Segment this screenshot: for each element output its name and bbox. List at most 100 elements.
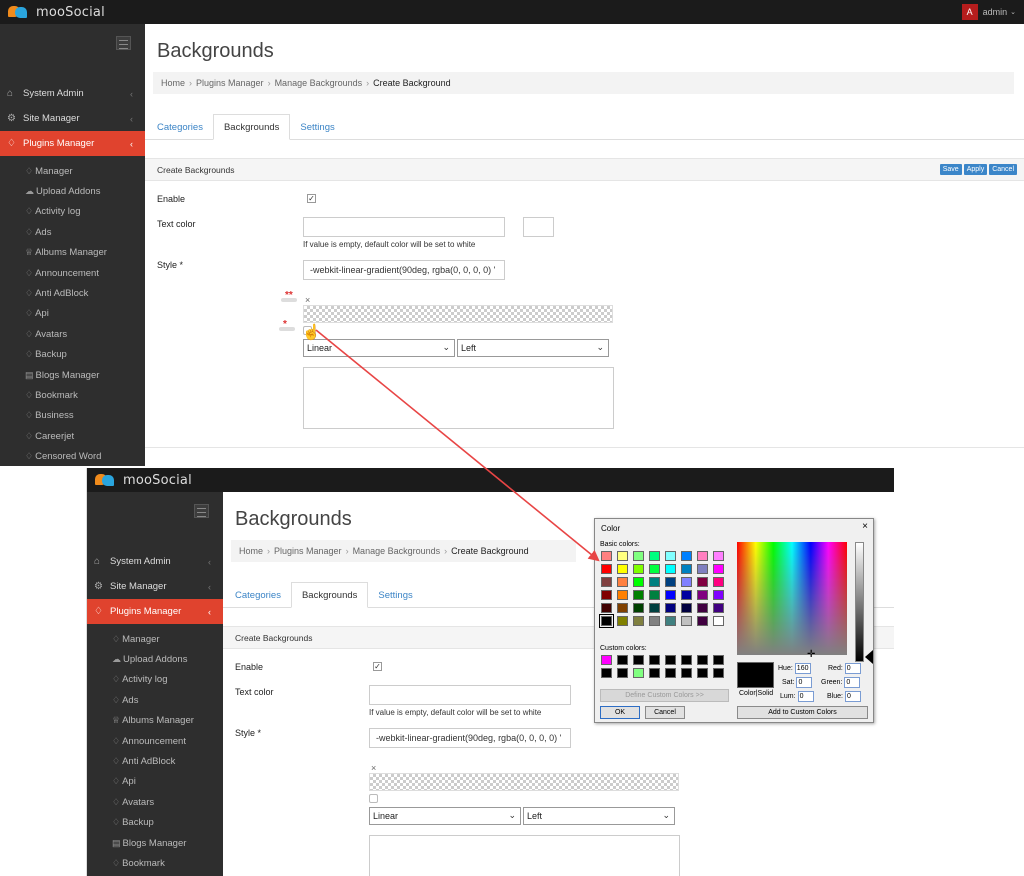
sidebar-item-announcement[interactable]: ♢ Announcement (87, 731, 223, 751)
color-swatch[interactable] (601, 590, 612, 600)
color-swatch[interactable] (713, 655, 724, 665)
color-swatch[interactable] (617, 590, 628, 600)
color-swatch[interactable] (601, 577, 612, 587)
color-swatch[interactable] (649, 655, 660, 665)
color-swatch[interactable] (665, 577, 676, 587)
color-swatch[interactable] (681, 668, 692, 678)
breadcrumb-plugins[interactable]: Plugins Manager (196, 78, 264, 88)
color-swatch[interactable] (617, 551, 628, 561)
color-swatch[interactable] (665, 655, 676, 665)
color-swatch[interactable] (617, 668, 628, 678)
color-swatch[interactable] (601, 655, 612, 665)
color-swatch[interactable] (617, 577, 628, 587)
breadcrumb-manage[interactable]: Manage Backgrounds (353, 546, 441, 556)
breadcrumb-home[interactable]: Home (161, 78, 185, 88)
enable-checkbox[interactable]: ✓ (307, 194, 316, 203)
sidebar-item-system-admin[interactable]: ⌂ System Admin ‹ (0, 81, 145, 106)
sidebar-item-censored-word[interactable]: ♢ Censored Word (0, 446, 145, 466)
color-swatch[interactable] (633, 577, 644, 587)
style-input[interactable]: -webkit-linear-gradient(90deg, rgba(0, 0… (369, 728, 571, 748)
color-swatch[interactable] (665, 668, 676, 678)
sidebar-item-announcement[interactable]: ♢ Announcement (0, 263, 145, 283)
tab-categories[interactable]: Categories (235, 582, 291, 608)
green-input[interactable]: 0 (844, 677, 861, 688)
logo[interactable]: mooSocial (8, 4, 105, 20)
sidebar-item-activity-log[interactable]: ♢ Activity log (87, 670, 223, 690)
color-swatch[interactable] (697, 616, 708, 626)
sidebar-item-upload-addons[interactable]: ☁ Upload Addons (0, 181, 145, 201)
sat-input[interactable]: 0 (796, 677, 813, 688)
color-swatch[interactable] (649, 577, 660, 587)
sidebar-item-avatars[interactable]: ♢ Avatars (87, 792, 223, 812)
breadcrumb-home[interactable]: Home (239, 546, 263, 556)
color-swatch[interactable] (617, 603, 628, 613)
breadcrumb-plugins[interactable]: Plugins Manager (274, 546, 342, 556)
color-swatch[interactable] (601, 603, 612, 613)
color-swatch[interactable] (713, 577, 724, 587)
save-button[interactable]: Save (939, 164, 962, 175)
sidebar-item-activity-log[interactable]: ♢ Activity log (0, 202, 145, 222)
css-textarea[interactable] (369, 835, 680, 876)
sidebar-item-ads[interactable]: ♢ Ads (87, 690, 223, 710)
color-swatch[interactable] (633, 603, 644, 613)
gradient-stop-handle[interactable] (369, 794, 378, 803)
cancel-button[interactable]: Cancel (645, 706, 685, 719)
sidebar-item-backup[interactable]: ♢ Backup (0, 345, 145, 365)
gradient-direction-select[interactable]: Left ⌄ (457, 339, 609, 357)
apply-button[interactable]: Apply (963, 164, 988, 175)
sidebar-item-system-admin[interactable]: ⌂ System Admin ‹ (87, 549, 223, 574)
sidebar-item-bookmark[interactable]: ♢ Bookmark (0, 385, 145, 405)
sidebar-item-upload-addons[interactable]: ☁ Upload Addons (87, 649, 223, 669)
color-swatch[interactable] (681, 616, 692, 626)
sidebar-item-site-manager[interactable]: ⚙ Site Manager ‹ (0, 106, 145, 131)
color-swatch[interactable] (681, 655, 692, 665)
color-swatch[interactable] (713, 590, 724, 600)
color-swatch[interactable] (665, 616, 676, 626)
text-color-swatch[interactable] (523, 217, 554, 237)
color-swatch[interactable] (649, 590, 660, 600)
color-swatch[interactable] (649, 668, 660, 678)
color-swatch[interactable] (681, 551, 692, 561)
luminance-arrow-icon[interactable] (865, 650, 873, 664)
tab-categories[interactable]: Categories (157, 114, 213, 140)
sidebar-item-api[interactable]: ♢ Api (87, 772, 223, 792)
color-swatch[interactable] (633, 590, 644, 600)
text-color-input[interactable] (303, 217, 505, 237)
color-swatch[interactable] (713, 668, 724, 678)
color-swatch[interactable] (681, 603, 692, 613)
style-input[interactable]: -webkit-linear-gradient(90deg, rgba(0, 0… (303, 260, 505, 280)
color-swatch[interactable] (633, 616, 644, 626)
sidebar-item-blogs-manager[interactable]: ▤ Blogs Manager (0, 365, 145, 385)
tab-settings[interactable]: Settings (368, 582, 422, 608)
gradient-type-select[interactable]: Linear ⌄ (369, 807, 521, 825)
color-swatch[interactable] (633, 655, 644, 665)
red-input[interactable]: 0 (844, 663, 861, 674)
color-swatch[interactable] (599, 614, 614, 628)
gradient-preview[interactable] (303, 305, 613, 323)
tab-backgrounds[interactable]: Backgrounds (290, 582, 369, 608)
define-custom-colors-button[interactable]: Define Custom Colors >> (600, 689, 729, 702)
color-swatch[interactable] (713, 603, 724, 613)
color-swatch[interactable] (649, 564, 660, 574)
color-swatch[interactable] (633, 551, 644, 561)
color-swatch[interactable] (697, 551, 708, 561)
color-swatch[interactable] (601, 564, 612, 574)
color-swatch[interactable] (665, 551, 676, 561)
color-swatch[interactable] (617, 616, 628, 626)
sidebar-item-bookmark[interactable]: ♢ Bookmark (87, 853, 223, 873)
menu-toggle-icon[interactable] (116, 36, 131, 50)
ok-button[interactable]: OK (600, 706, 640, 719)
sidebar-item-blogs-manager[interactable]: ▤ Blogs Manager (87, 833, 223, 853)
color-swatch[interactable] (633, 564, 644, 574)
sidebar-item-manager[interactable]: ♢ Manager (87, 629, 223, 649)
lum-input[interactable]: 0 (797, 691, 814, 702)
cancel-button[interactable]: Cancel (989, 164, 1017, 175)
luminance-slider[interactable] (855, 542, 864, 662)
color-swatch[interactable] (713, 616, 724, 626)
tab-backgrounds[interactable]: Backgrounds (212, 114, 291, 140)
color-spectrum[interactable] (737, 542, 847, 655)
sidebar-item-avatars[interactable]: ♢ Avatars (0, 324, 145, 344)
color-swatch[interactable] (665, 564, 676, 574)
color-swatch[interactable] (713, 564, 724, 574)
enable-checkbox[interactable]: ✓ (373, 662, 382, 671)
